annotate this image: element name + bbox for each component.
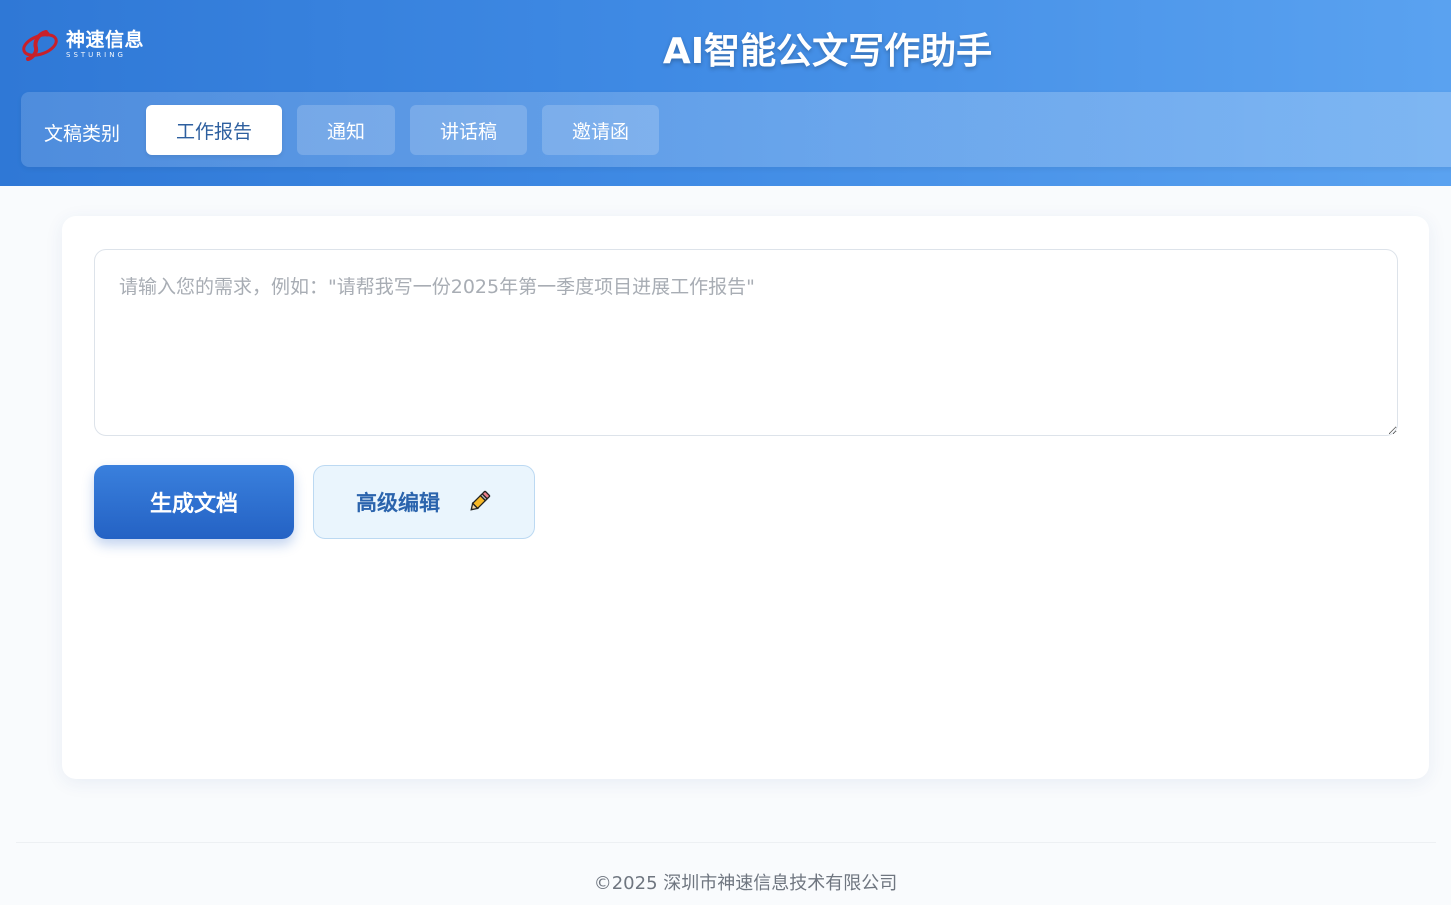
app-header: 神速信息 SSTURING AI智能公文写作助手 文稿类别 工作报告 通知 讲话…: [0, 0, 1451, 186]
pencil-icon: [466, 489, 492, 515]
generate-document-button[interactable]: 生成文档: [94, 465, 294, 539]
generate-document-label: 生成文档: [149, 492, 238, 517]
requirement-input[interactable]: [94, 249, 1398, 436]
tab-notice[interactable]: 通知: [297, 105, 395, 155]
tab-work-report[interactable]: 工作报告: [146, 105, 282, 155]
footer-copyright: ©2025 深圳市神速信息技术有限公司: [593, 873, 898, 894]
tab-speech[interactable]: 讲话稿: [410, 105, 527, 155]
advanced-edit-button[interactable]: 高级编辑: [313, 465, 535, 539]
category-bar: 文稿类别 工作报告 通知 讲话稿 邀请函: [21, 92, 1451, 167]
category-label: 文稿类别: [44, 123, 121, 145]
page-title: AI智能公文写作助手: [662, 31, 993, 72]
footer-divider: [16, 842, 1436, 843]
tab-invitation[interactable]: 邀请函: [542, 105, 659, 155]
advanced-edit-label: 高级编辑: [356, 491, 440, 515]
